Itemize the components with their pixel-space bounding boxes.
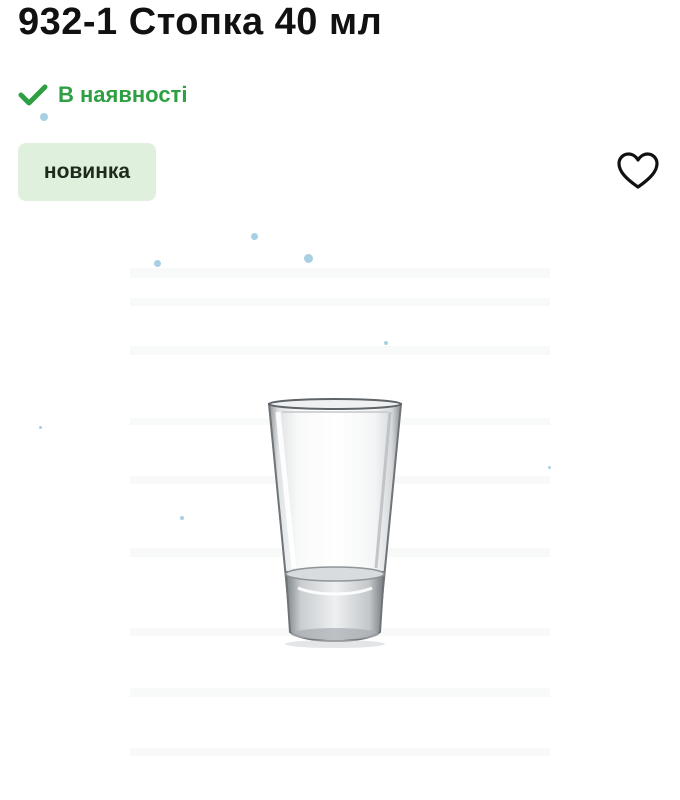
availability-status: В наявності (18, 80, 187, 110)
new-badge-label: новинка (43, 160, 131, 183)
new-badge: новинка (18, 143, 156, 201)
availability-label: В наявності (58, 82, 188, 107)
decorative-dot (40, 113, 48, 121)
decorative-dot (39, 426, 42, 429)
add-to-favorites-button[interactable] (612, 150, 664, 196)
product-title: 932-1 Стопка 40 мл (18, 1, 383, 43)
heart-outline-icon (616, 151, 660, 196)
checkmark-icon (18, 84, 48, 106)
product-image[interactable] (122, 228, 558, 800)
